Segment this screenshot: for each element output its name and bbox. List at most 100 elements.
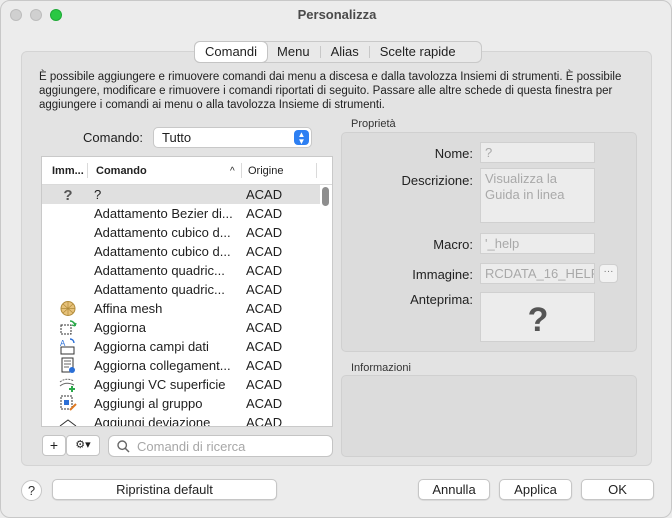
- command-origin: ACAD: [246, 377, 283, 392]
- reset-defaults-button[interactable]: Ripristina default: [52, 479, 277, 500]
- command-filter-value: Tutto: [162, 130, 192, 145]
- apply-button[interactable]: Applica: [499, 479, 572, 500]
- gear-menu-button[interactable]: ⚙▾: [66, 435, 100, 456]
- refine-mesh-icon: [56, 300, 80, 317]
- command-origin: ACAD: [246, 301, 283, 316]
- command-origin: ACAD: [246, 282, 283, 297]
- empty-icon-cell: [56, 205, 80, 222]
- table-row[interactable]: Aggiorna collegament... ACAD: [42, 356, 320, 375]
- column-header-origin[interactable]: Origine: [248, 165, 283, 177]
- command-name: Adattamento cubico d...: [94, 244, 231, 259]
- search-icon: [117, 440, 130, 453]
- macro-label: Macro:: [433, 237, 473, 252]
- table-row[interactable]: ?? ACAD: [42, 185, 320, 204]
- command-name: Aggiorna collegament...: [94, 358, 231, 373]
- command-origin: ACAD: [246, 263, 283, 278]
- table-row[interactable]: Adattamento cubico d... ACAD: [42, 223, 320, 242]
- command-name: ?: [94, 187, 102, 202]
- command-name: Aggiungi deviazione: [94, 415, 211, 427]
- table-header: Imm... Comando ^ Origine: [42, 157, 332, 185]
- command-origin: ACAD: [246, 358, 283, 373]
- command-name: Aggiungi VC superficie: [94, 377, 226, 392]
- command-origin: ACAD: [246, 339, 283, 354]
- tab-menu[interactable]: Menu: [267, 42, 320, 62]
- command-filter-label: Comando:: [83, 130, 143, 145]
- column-divider: [316, 163, 317, 178]
- vertical-scrollbar[interactable]: [322, 187, 329, 206]
- image-label: Immagine:: [412, 267, 473, 282]
- titlebar: Personalizza: [1, 1, 671, 29]
- table-row[interactable]: Aggiungi VC superficie ACAD: [42, 375, 320, 394]
- command-origin: ACAD: [246, 244, 283, 259]
- description-label: Descrizione:: [401, 173, 473, 188]
- command-name: Aggiorna campi dati: [94, 339, 209, 354]
- command-name: Adattamento cubico d...: [94, 225, 231, 240]
- table-row[interactable]: Adattamento Bezier di... ACAD: [42, 204, 320, 223]
- info-group: [341, 375, 637, 457]
- gear-icon: ⚙▾: [75, 439, 91, 451]
- name-field[interactable]: ?: [480, 142, 595, 163]
- image-field[interactable]: RCDATA_16_HELP: [480, 263, 595, 284]
- add-deviation-icon: [56, 414, 80, 426]
- table-row[interactable]: Aggiorna ACAD: [42, 318, 320, 337]
- search-placeholder: Comandi di ricerca: [137, 439, 246, 454]
- ok-button[interactable]: OK: [581, 479, 654, 500]
- command-name: Affina mesh: [94, 301, 163, 316]
- regen-icon: [56, 319, 80, 336]
- column-header-command[interactable]: Comando: [96, 165, 147, 177]
- search-field[interactable]: Comandi di ricerca: [108, 435, 333, 457]
- add-to-group-icon: [56, 395, 80, 412]
- table-row[interactable]: Aggiungi al gruppo ACAD: [42, 394, 320, 413]
- command-name: Adattamento quadric...: [94, 263, 225, 278]
- customize-window: Personalizza Comandi Menu Alias Scelte r…: [0, 0, 672, 518]
- add-surface-cv-icon: [56, 376, 80, 393]
- window-title: Personalizza: [297, 7, 377, 22]
- empty-icon-cell: [56, 262, 80, 279]
- command-origin: ACAD: [246, 320, 283, 335]
- column-header-image[interactable]: Imm...: [52, 165, 84, 177]
- macro-field[interactable]: '_help: [480, 233, 595, 254]
- empty-icon-cell: [56, 281, 80, 298]
- cancel-button[interactable]: Annulla: [418, 479, 490, 500]
- update-links-icon: [56, 357, 80, 374]
- command-origin: ACAD: [246, 225, 283, 240]
- add-command-button[interactable]: +: [42, 435, 66, 456]
- question-icon: ?: [528, 301, 549, 339]
- empty-icon-cell: [56, 224, 80, 241]
- column-divider: [87, 163, 88, 178]
- properties-title: Proprietà: [351, 118, 396, 130]
- command-origin: ACAD: [246, 415, 283, 427]
- command-name: Adattamento quadric...: [94, 282, 225, 297]
- table-row[interactable]: Affina mesh ACAD: [42, 299, 320, 318]
- svg-text:?: ?: [63, 187, 72, 203]
- command-origin: ACAD: [246, 396, 283, 411]
- column-divider: [241, 163, 242, 178]
- command-origin: ACAD: [246, 187, 283, 202]
- command-origin: ACAD: [246, 206, 283, 221]
- preview-label: Anteprima:: [410, 292, 473, 307]
- name-label: Nome:: [434, 146, 473, 161]
- command-name: Aggiorna: [94, 320, 147, 335]
- help-button[interactable]: ?: [21, 480, 42, 501]
- table-row[interactable]: Adattamento cubico d... ACAD: [42, 242, 320, 261]
- table-row[interactable]: A Aggiorna campi dati ACAD: [42, 337, 320, 356]
- tab-shortcuts[interactable]: Scelte rapide: [370, 42, 466, 62]
- command-filter-select[interactable]: Tutto ▲ ▼: [153, 127, 312, 148]
- svg-text:?: ?: [528, 301, 549, 339]
- description-field[interactable]: Visualizza la Guida in linea: [480, 168, 595, 223]
- tab-alias[interactable]: Alias: [321, 42, 369, 62]
- chevron-updown-icon: ▲ ▼: [294, 130, 309, 146]
- commands-table: Imm... Comando ^ Origine ?? ACAD Adattamen…: [41, 156, 333, 427]
- command-name: Adattamento Bezier di...: [94, 206, 233, 221]
- table-row[interactable]: Adattamento quadric... ACAD: [42, 261, 320, 280]
- empty-icon-cell: [56, 243, 80, 260]
- table-row[interactable]: Adattamento quadric... ACAD: [42, 280, 320, 299]
- command-name: Aggiungi al gruppo: [94, 396, 203, 411]
- tab-bar: Comandi Menu Alias Scelte rapide: [194, 41, 482, 63]
- sort-ascending-icon: ^: [230, 166, 235, 177]
- table-body: ?? ACAD Adattamento Bezier di... ACAD Adatta…: [42, 185, 320, 427]
- browse-image-button[interactable]: ···: [599, 264, 618, 283]
- tab-commands[interactable]: Comandi: [195, 42, 268, 62]
- preview-box: ?: [480, 292, 595, 342]
- table-row[interactable]: Aggiungi deviazione ACAD: [42, 413, 320, 427]
